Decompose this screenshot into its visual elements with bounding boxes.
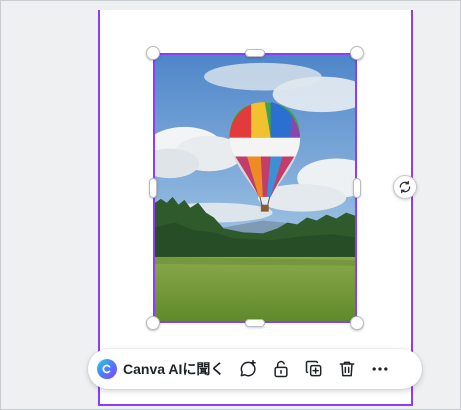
resize-handle-bottom-left[interactable]: [146, 316, 160, 330]
duplicate-icon: [306, 360, 322, 377]
comment-icon: [240, 359, 257, 377]
more-options-button[interactable]: [365, 354, 395, 384]
lock-icon: [274, 360, 288, 378]
comment-button[interactable]: [233, 354, 263, 384]
hot-air-balloon-photo[interactable]: [153, 53, 357, 323]
resize-handle-left[interactable]: [149, 178, 157, 198]
resize-handle-bottom-right[interactable]: [350, 316, 364, 330]
duplicate-button[interactable]: [299, 354, 329, 384]
resize-handle-top[interactable]: [245, 49, 265, 57]
canva-ai-logo-icon: [97, 359, 117, 379]
resize-handle-right[interactable]: [353, 178, 361, 198]
photo-artwork: [155, 55, 355, 321]
element-context-toolbar: Canva AIに聞く: [88, 349, 422, 389]
rotate-handle[interactable]: [393, 175, 417, 199]
canva-ai-ask-button[interactable]: Canva AIに聞く: [94, 353, 230, 385]
more-options-icon: [372, 367, 388, 371]
delete-button[interactable]: [332, 354, 362, 384]
resize-handle-top-left[interactable]: [146, 46, 160, 60]
lock-button[interactable]: [266, 354, 296, 384]
resize-handle-top-right[interactable]: [350, 46, 364, 60]
rotate-icon: [399, 180, 411, 194]
trash-icon: [339, 361, 355, 377]
canva-ai-ask-label: Canva AIに聞く: [123, 361, 225, 377]
resize-handle-bottom[interactable]: [245, 319, 265, 327]
